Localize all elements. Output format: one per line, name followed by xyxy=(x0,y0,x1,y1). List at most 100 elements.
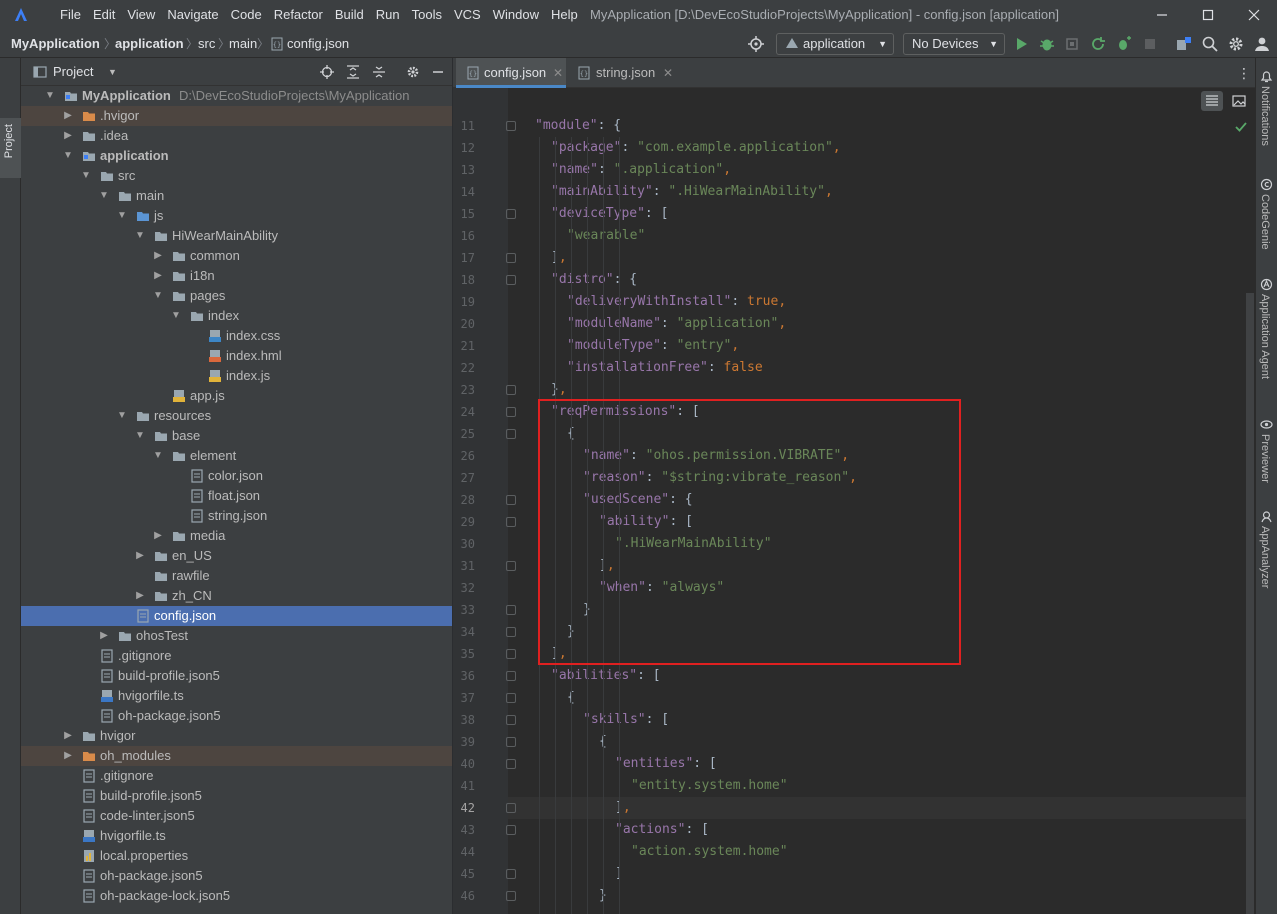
reader-mode-button[interactable] xyxy=(1201,91,1223,111)
tree-item[interactable]: string.json xyxy=(21,506,452,526)
tree-item[interactable]: ▼ application xyxy=(21,146,452,166)
menu-vcs[interactable]: VCS xyxy=(448,0,487,30)
fold-marker-icon[interactable] xyxy=(506,825,516,835)
chevron-right-icon[interactable]: ▶ xyxy=(63,106,73,126)
breadcrumb-file[interactable]: config.json xyxy=(287,30,349,58)
tree-item[interactable]: ▶ media xyxy=(21,526,452,546)
chevron-down-icon[interactable]: ▼ xyxy=(99,186,109,206)
menu-refactor[interactable]: Refactor xyxy=(268,0,329,30)
chevron-down-icon[interactable]: ▼ xyxy=(45,86,55,106)
chevron-down-icon[interactable]: ▼ xyxy=(108,58,117,86)
fold-marker-icon[interactable] xyxy=(506,693,516,703)
debug-icon[interactable] xyxy=(1038,35,1056,53)
fold-marker-icon[interactable] xyxy=(506,869,516,879)
tree-item[interactable]: ▶ oh_modules xyxy=(21,746,452,766)
tree-item[interactable]: ▼ element xyxy=(21,446,452,466)
minimize-button[interactable] xyxy=(1139,0,1185,30)
menu-run[interactable]: Run xyxy=(370,0,406,30)
appanalyzer-tool-label[interactable]: AppAnalyzer xyxy=(1259,526,1271,588)
tab-string-json[interactable]: {} string.json ✕ xyxy=(576,58,681,88)
fold-marker-icon[interactable] xyxy=(506,253,516,263)
tree-item[interactable]: config.json xyxy=(21,606,452,626)
chevron-down-icon[interactable]: ▼ xyxy=(117,406,127,426)
menu-file[interactable]: File xyxy=(54,0,87,30)
fold-marker-icon[interactable] xyxy=(506,759,516,769)
chevron-right-icon[interactable]: ▶ xyxy=(135,546,145,566)
tree-item[interactable]: ▶ ohosTest xyxy=(21,626,452,646)
menu-navigate[interactable]: Navigate xyxy=(161,0,224,30)
fold-marker-icon[interactable] xyxy=(506,561,516,571)
tree-item[interactable]: ▼ src xyxy=(21,166,452,186)
chevron-down-icon[interactable]: ▼ xyxy=(171,306,181,326)
locate-icon[interactable] xyxy=(320,65,334,79)
fold-marker-icon[interactable] xyxy=(506,671,516,681)
tree-item[interactable]: ▼ pages xyxy=(21,286,452,306)
tree-item[interactable]: ▼ js xyxy=(21,206,452,226)
fold-marker-icon[interactable] xyxy=(506,649,516,659)
breadcrumb-src[interactable]: src xyxy=(198,30,215,58)
tree-item[interactable]: ▶ .idea xyxy=(21,126,452,146)
menu-build[interactable]: Build xyxy=(329,0,370,30)
tree-item[interactable]: ▶ .hvigor xyxy=(21,106,452,126)
breadcrumb-project[interactable]: MyApplication xyxy=(11,30,100,58)
menu-tools[interactable]: Tools xyxy=(406,0,448,30)
chevron-right-icon[interactable]: ▶ xyxy=(153,246,163,266)
tree-item[interactable]: color.json xyxy=(21,466,452,486)
fold-marker-icon[interactable] xyxy=(506,737,516,747)
fold-marker-icon[interactable] xyxy=(506,385,516,395)
tree-item[interactable]: ▶ i18n xyxy=(21,266,452,286)
fold-marker-icon[interactable] xyxy=(506,715,516,725)
notifications-tool-label[interactable]: Notifications xyxy=(1259,86,1271,146)
previewer-icon[interactable] xyxy=(1260,418,1273,431)
fold-marker-icon[interactable] xyxy=(506,121,516,131)
appanalyzer-icon[interactable] xyxy=(1260,510,1273,523)
run-config-select[interactable]: application ▼ xyxy=(776,33,894,55)
notifications-icon[interactable] xyxy=(1260,70,1273,83)
fold-marker-icon[interactable] xyxy=(506,429,516,439)
menu-code[interactable]: Code xyxy=(225,0,268,30)
menu-help[interactable]: Help xyxy=(545,0,584,30)
fold-marker-icon[interactable] xyxy=(506,495,516,505)
tree-item[interactable]: index.js xyxy=(21,366,452,386)
tree-item[interactable]: ▼ MyApplication D:\DevEcoStudioProjects\My… xyxy=(21,86,452,106)
tree-item[interactable]: index.hml xyxy=(21,346,452,366)
fold-marker-icon[interactable] xyxy=(506,803,516,813)
tree-item[interactable]: ▼ main xyxy=(21,186,452,206)
application-agent-tool-label[interactable]: Application Agent xyxy=(1259,294,1271,379)
tree-item[interactable]: build-profile.json5 xyxy=(21,666,452,686)
tree-item[interactable]: ▼ base xyxy=(21,426,452,446)
run-icon[interactable] xyxy=(1012,35,1030,53)
expand-all-icon[interactable] xyxy=(346,65,360,79)
tree-item[interactable]: index.css xyxy=(21,326,452,346)
breadcrumb-main[interactable]: main xyxy=(229,30,257,58)
stop-icon[interactable] xyxy=(1141,35,1159,53)
project-tool-tab[interactable]: Project xyxy=(0,118,21,178)
chevron-down-icon[interactable]: ▼ xyxy=(135,226,145,246)
chevron-down-icon[interactable]: ▼ xyxy=(153,286,163,306)
tree-item[interactable]: ▶ hvigor xyxy=(21,726,452,746)
application-agent-icon[interactable] xyxy=(1260,278,1273,291)
project-structure-icon[interactable] xyxy=(1175,35,1193,53)
profile-icon[interactable] xyxy=(1063,35,1081,53)
apply-changes-icon[interactable] xyxy=(1089,35,1107,53)
menu-window[interactable]: Window xyxy=(487,0,545,30)
tree-item[interactable]: hvigorfile.ts xyxy=(21,686,452,706)
chevron-right-icon[interactable]: ▶ xyxy=(63,126,73,146)
project-panel-title[interactable]: Project xyxy=(53,58,93,86)
chevron-right-icon[interactable]: ▶ xyxy=(153,526,163,546)
fold-marker-icon[interactable] xyxy=(506,517,516,527)
settings-icon[interactable] xyxy=(1227,35,1245,53)
code-editor[interactable]: 11 12 13 14 15 16 17 18 19 20 21 22 23 24 25 26 27 28 29 30… xyxy=(453,88,1255,914)
tree-item[interactable]: local.properties xyxy=(21,846,452,866)
fold-marker-icon[interactable] xyxy=(506,627,516,637)
editor-scrollbar[interactable] xyxy=(1246,293,1254,914)
close-tab-icon[interactable]: ✕ xyxy=(663,58,673,88)
maximize-button[interactable] xyxy=(1185,0,1231,30)
device-select[interactable]: No Devices ▼ xyxy=(903,33,1005,55)
tree-item[interactable]: oh-package.json5 xyxy=(21,706,452,726)
tree-item[interactable]: code-linter.json5 xyxy=(21,806,452,826)
hide-panel-icon[interactable] xyxy=(431,65,445,79)
tree-item[interactable]: build-profile.json5 xyxy=(21,786,452,806)
chevron-down-icon[interactable]: ▼ xyxy=(117,206,127,226)
fold-marker-icon[interactable] xyxy=(506,605,516,615)
